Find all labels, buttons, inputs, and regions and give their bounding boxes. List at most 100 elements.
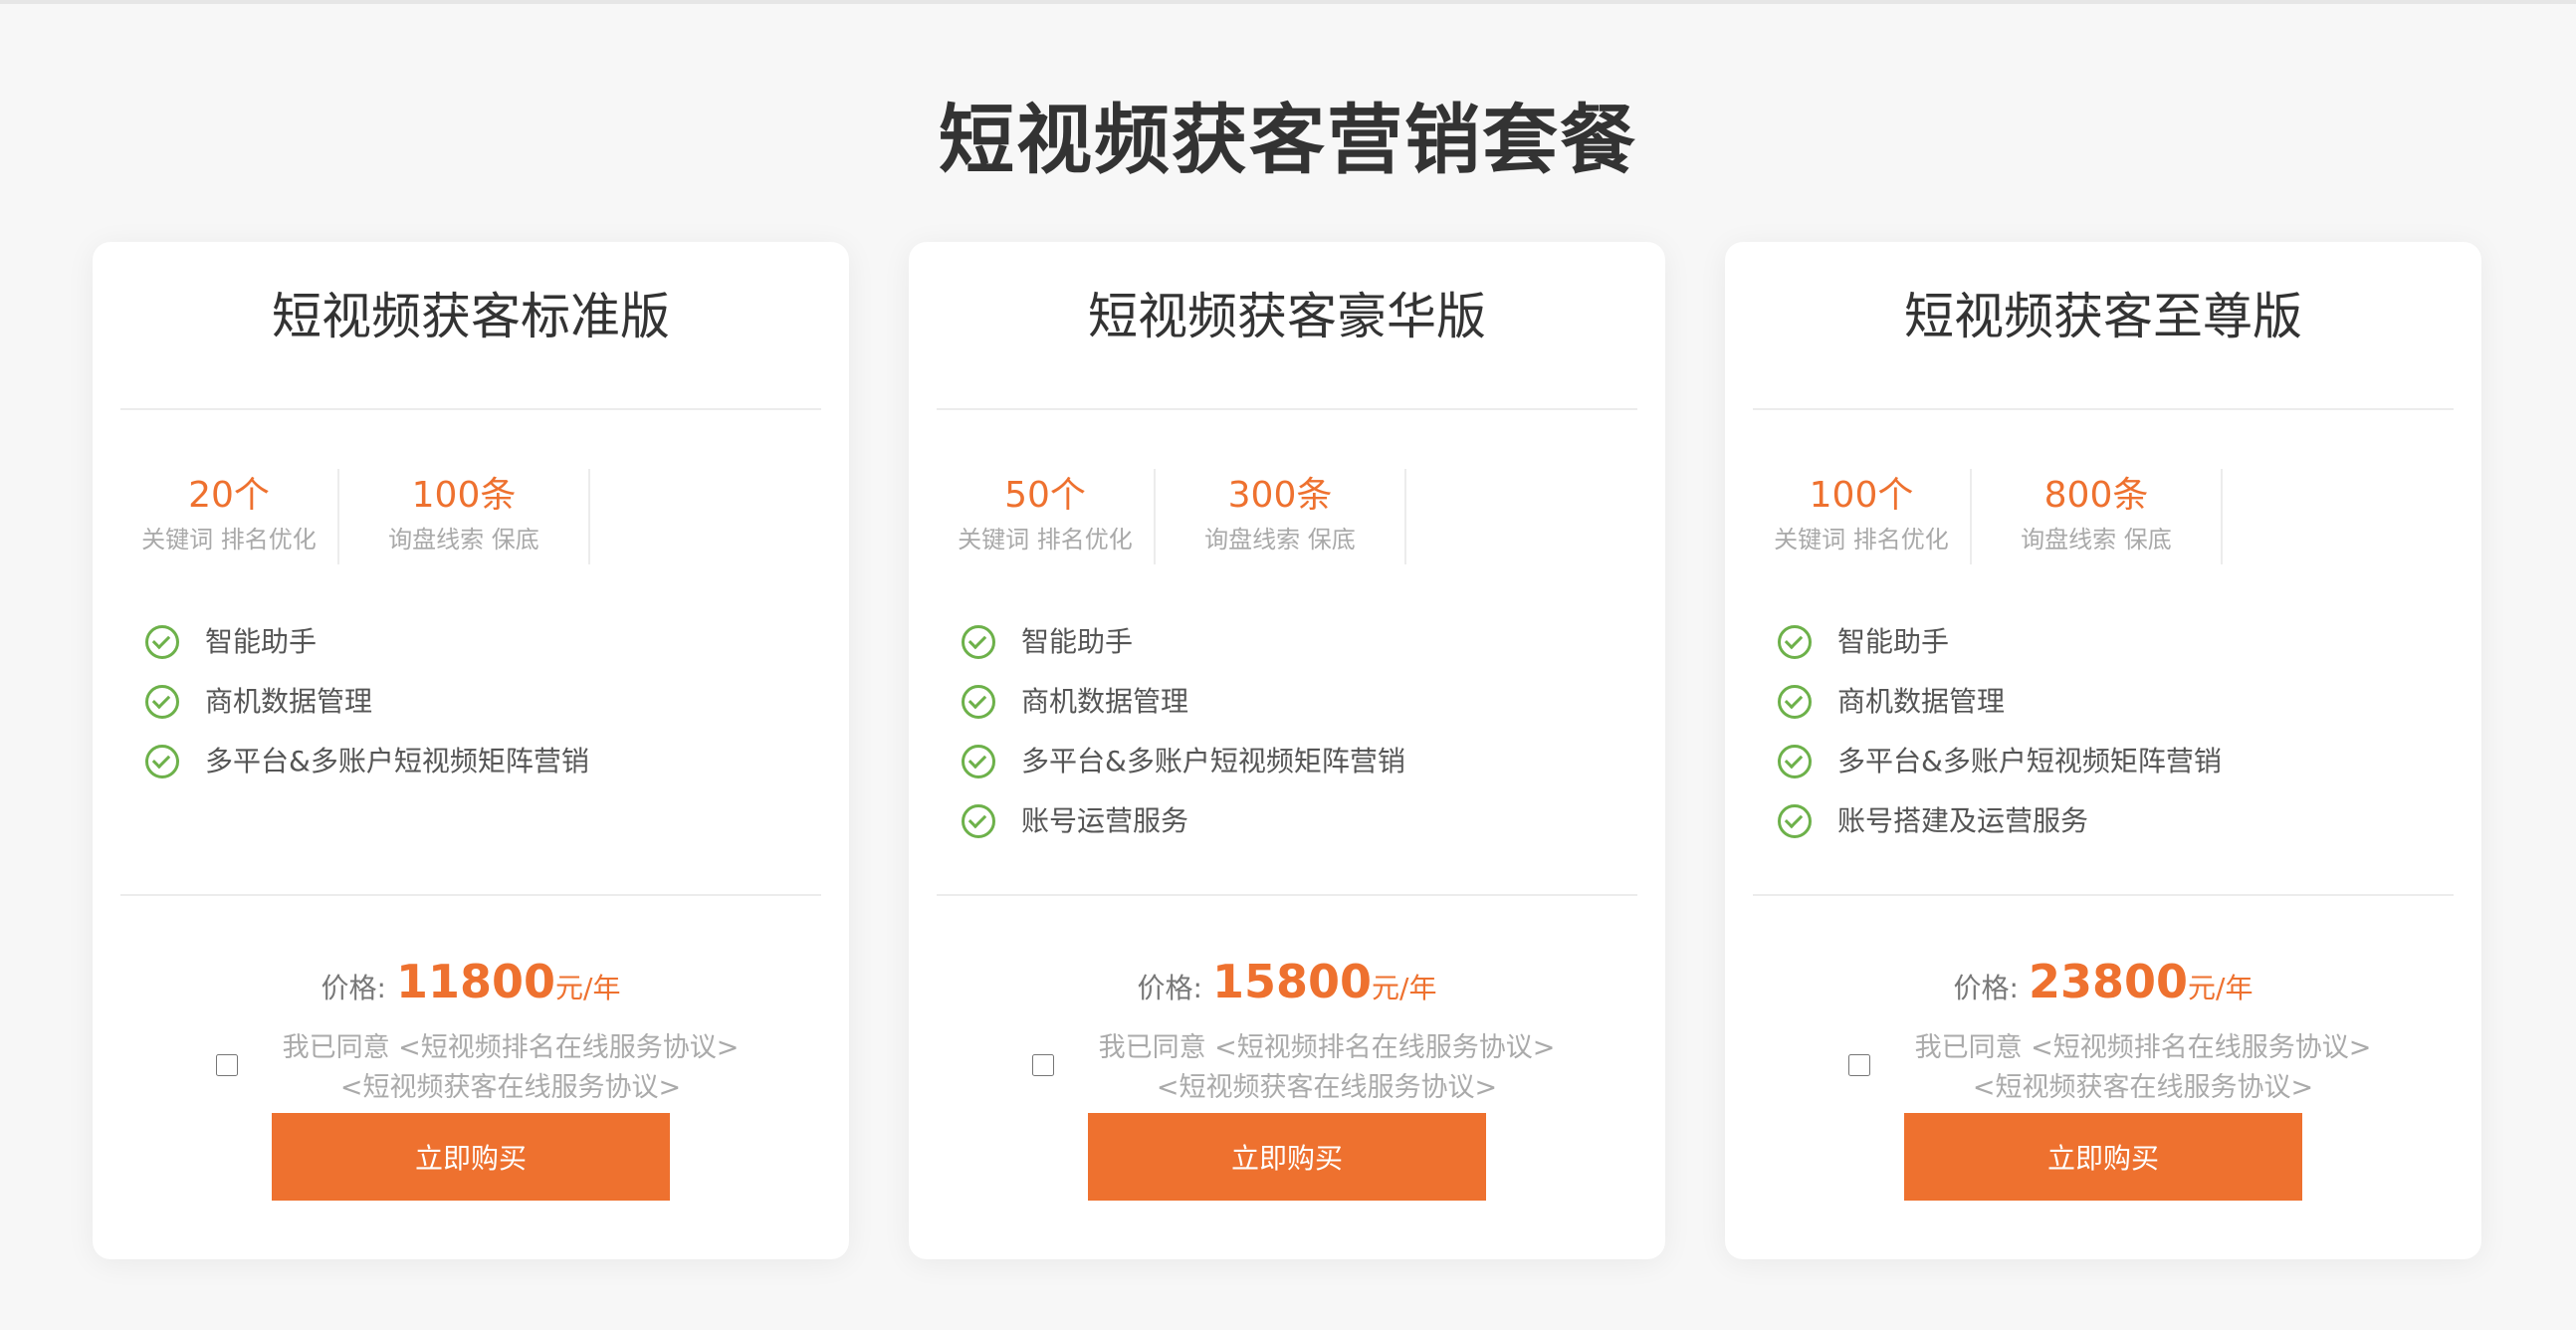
stat-keywords: 50个 关键词 排名优化 [937,469,1156,564]
divider [120,408,821,410]
feature-item: 智能助手 [1778,612,2455,672]
feature-item: 商机数据管理 [962,672,1638,732]
stat-value: 50个 [1004,475,1086,516]
feature-item: 账号搭建及运营服务 [1778,791,2455,851]
buy-now-button[interactable]: 立即购买 [272,1113,670,1201]
agree-checkbox[interactable] [1032,1054,1054,1076]
agreement-row: 我已同意 <短视频排名在线服务协议> <短视频获客在线服务协议> [1725,1028,2481,1108]
plan-card-deluxe: 短视频获客豪华版 50个 关键词 排名优化 300条 询盘线索 保底 智能助手 … [909,242,1665,1259]
plan-title: 短视频获客至尊版 [1904,288,2302,345]
price-row: 价格: 15800元/年 [909,947,1665,1027]
feature-list: 智能助手 商机数据管理 多平台&多账户短视频矩阵营销 账号运营服务 [962,612,1638,851]
check-circle-icon [1778,804,1812,838]
agreement-link-ranking[interactable]: 我已同意 <短视频排名在线服务协议> [252,1028,769,1068]
plan-title: 短视频获客标准版 [272,288,670,345]
price-label: 价格: [1953,972,2019,1004]
stat-value: 100个 [1809,475,1914,516]
price-unit: 元/年 [1372,972,1437,1004]
divider [1753,894,2454,896]
agreement-link-leads[interactable]: <短视频获客在线服务协议> [1884,1068,2402,1108]
feature-label: 账号运营服务 [1021,804,1189,837]
feature-label: 多平台&多账户短视频矩阵营销 [205,745,589,777]
check-circle-icon [962,745,995,778]
price-value: 15800 [1211,955,1373,1008]
feature-item: 商机数据管理 [1778,672,2455,732]
stat-label: 询盘线索 保底 [388,526,539,554]
check-circle-icon [1778,745,1812,778]
feature-item: 账号运营服务 [962,791,1638,851]
stat-value: 100条 [411,475,517,516]
feature-label: 账号搭建及运营服务 [1837,804,2089,837]
feature-item: 智能助手 [962,612,1638,672]
stat-label: 关键词 排名优化 [1774,526,1949,554]
agreement-link-ranking[interactable]: 我已同意 <短视频排名在线服务协议> [1068,1028,1586,1068]
check-circle-icon [145,685,179,719]
feature-list: 智能助手 商机数据管理 多平台&多账户短视频矩阵营销 [145,612,822,791]
stat-label: 询盘线索 保底 [2021,526,2172,554]
agree-checkbox[interactable] [1848,1054,1870,1076]
divider [937,894,1637,896]
feature-label: 商机数据管理 [1837,685,2006,718]
stat-keywords: 100个 关键词 排名优化 [1753,469,1972,564]
plan-stats: 100个 关键词 排名优化 800条 询盘线索 保底 [1753,469,2251,564]
price-label: 价格: [1137,972,1202,1004]
price-value: 11800 [395,955,556,1008]
buy-now-button[interactable]: 立即购买 [1088,1113,1486,1201]
stat-value: 800条 [2043,475,2149,516]
feature-label: 商机数据管理 [1021,685,1189,718]
divider [1753,408,2454,410]
stat-leads: 300条 询盘线索 保底 [1156,469,1406,564]
feature-list: 智能助手 商机数据管理 多平台&多账户短视频矩阵营销 账号搭建及运营服务 [1778,612,2455,851]
stat-value: 300条 [1227,475,1333,516]
stat-keywords: 20个 关键词 排名优化 [120,469,339,564]
stat-leads: 100条 询盘线索 保底 [339,469,590,564]
stat-label: 关键词 排名优化 [141,526,317,554]
feature-label: 智能助手 [205,625,318,658]
agreement-link-leads[interactable]: <短视频获客在线服务协议> [252,1068,769,1108]
feature-item: 多平台&多账户短视频矩阵营销 [1778,732,2455,791]
feature-label: 商机数据管理 [205,685,373,718]
agreement-link-ranking[interactable]: 我已同意 <短视频排名在线服务协议> [1884,1028,2402,1068]
feature-item: 多平台&多账户短视频矩阵营销 [962,732,1638,791]
price-label: 价格: [321,972,386,1004]
feature-item: 商机数据管理 [145,672,822,732]
price-row: 价格: 11800元/年 [93,947,849,1027]
plan-stats: 20个 关键词 排名优化 100条 询盘线索 保底 [120,469,618,564]
stat-label: 关键词 排名优化 [958,526,1133,554]
agreement-text: 我已同意 <短视频排名在线服务协议> <短视频获客在线服务协议> [1068,1028,1586,1108]
feature-label: 智能助手 [1837,625,1950,658]
plan-card-premium: 短视频获客至尊版 100个 关键词 排名优化 800条 询盘线索 保底 智能助手… [1725,242,2481,1259]
agreement-text: 我已同意 <短视频排名在线服务协议> <短视频获客在线服务协议> [252,1028,769,1108]
check-circle-icon [962,625,995,659]
feature-label: 多平台&多账户短视频矩阵营销 [1021,745,1405,777]
stat-label: 询盘线索 保底 [1204,526,1356,554]
feature-label: 智能助手 [1021,625,1134,658]
divider [120,894,821,896]
feature-item: 智能助手 [145,612,822,672]
agree-checkbox[interactable] [216,1054,238,1076]
feature-item: 多平台&多账户短视频矩阵营销 [145,732,822,791]
price-unit: 元/年 [2188,972,2254,1004]
plan-card-standard: 短视频获客标准版 20个 关键词 排名优化 100条 询盘线索 保底 智能助手 … [93,242,849,1259]
plan-stats: 50个 关键词 排名优化 300条 询盘线索 保底 [937,469,1434,564]
check-circle-icon [145,625,179,659]
plan-title: 短视频获客豪华版 [1088,288,1486,345]
check-circle-icon [145,745,179,778]
stat-leads: 800条 询盘线索 保底 [1972,469,2223,564]
buy-now-button[interactable]: 立即购买 [1904,1113,2302,1201]
price-value: 23800 [2028,955,2189,1008]
check-circle-icon [962,685,995,719]
feature-label: 多平台&多账户短视频矩阵营销 [1837,745,2222,777]
check-circle-icon [1778,625,1812,659]
price-unit: 元/年 [555,972,621,1004]
price-row: 价格: 23800元/年 [1725,947,2481,1027]
check-circle-icon [962,804,995,838]
divider [937,408,1637,410]
agreement-row: 我已同意 <短视频排名在线服务协议> <短视频获客在线服务协议> [909,1028,1665,1108]
plan-cards: 短视频获客标准版 20个 关键词 排名优化 100条 询盘线索 保底 智能助手 … [0,0,2576,1330]
agreement-text: 我已同意 <短视频排名在线服务协议> <短视频获客在线服务协议> [1884,1028,2402,1108]
stat-value: 20个 [188,475,270,516]
agreement-row: 我已同意 <短视频排名在线服务协议> <短视频获客在线服务协议> [93,1028,849,1108]
check-circle-icon [1778,685,1812,719]
agreement-link-leads[interactable]: <短视频获客在线服务协议> [1068,1068,1586,1108]
